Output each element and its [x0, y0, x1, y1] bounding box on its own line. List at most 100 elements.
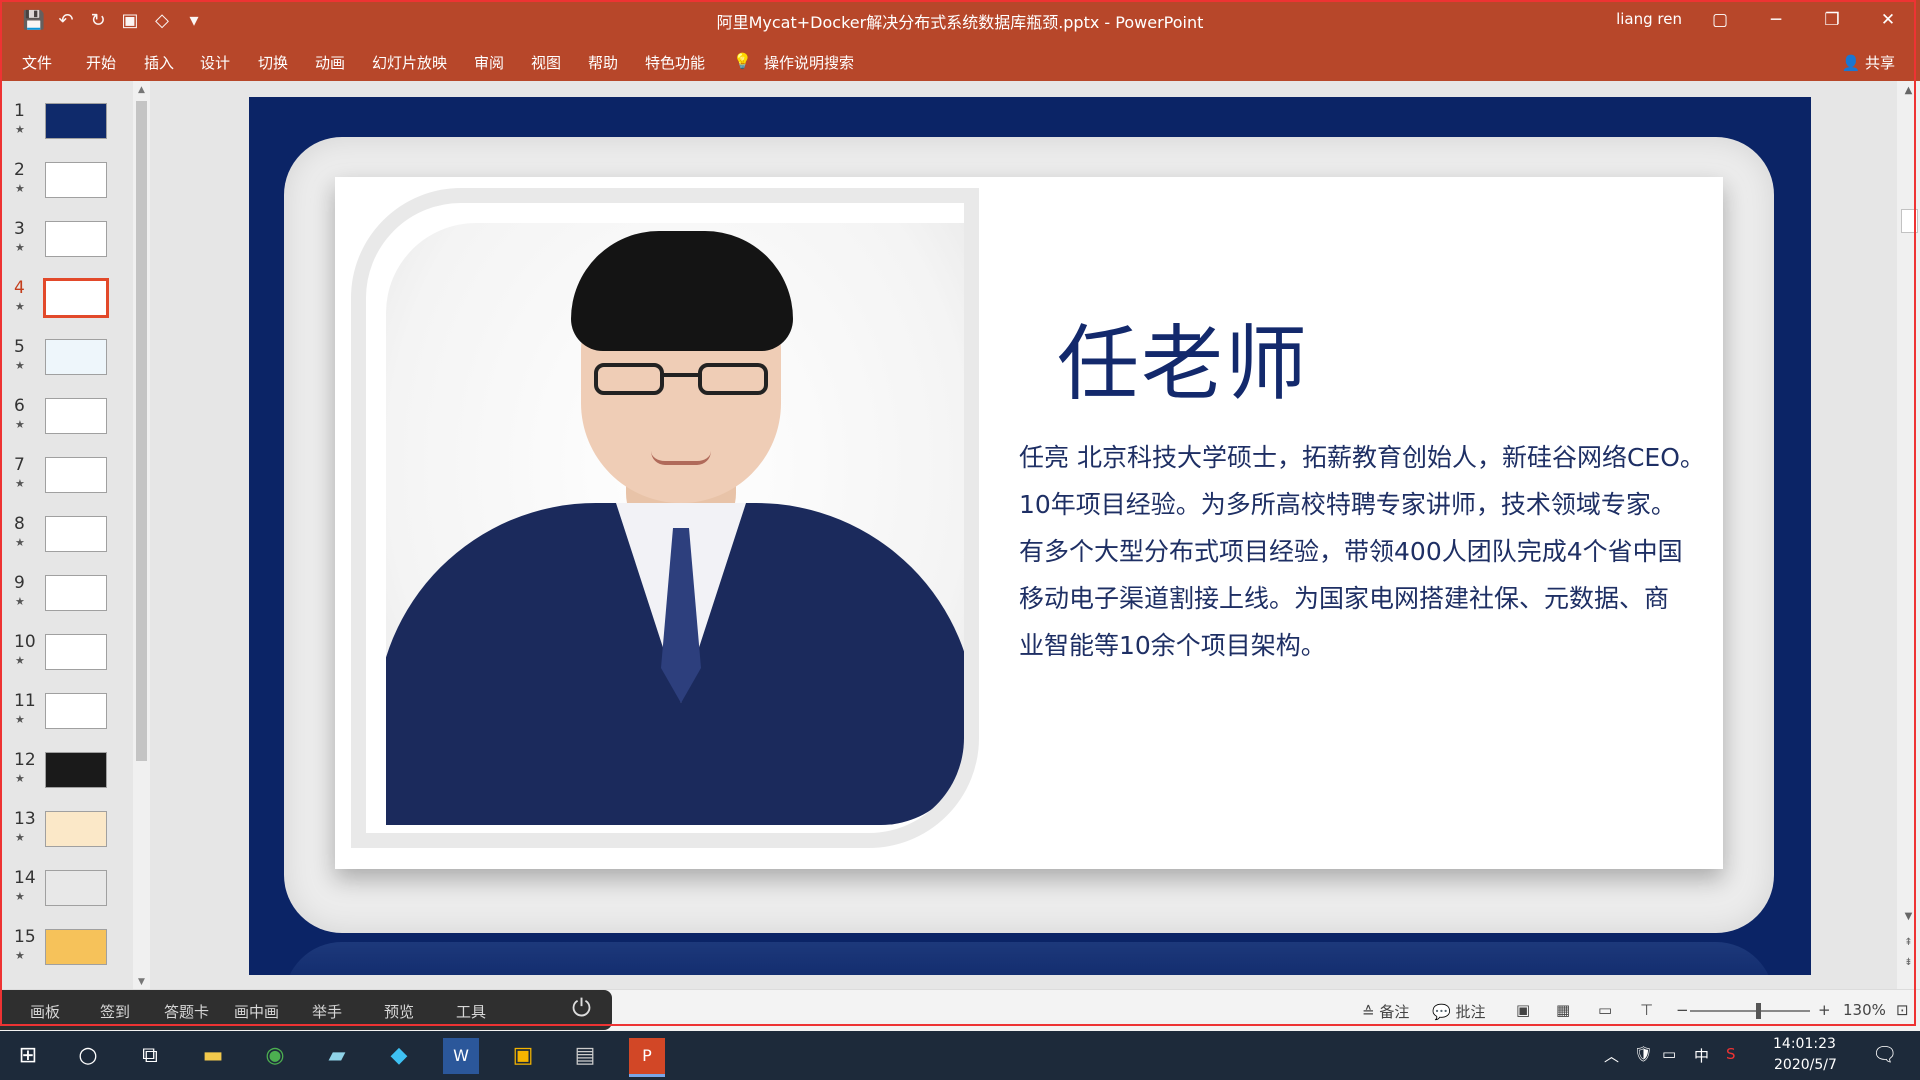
thumbnail-scrollbar[interactable]: ▲ ▼ [133, 81, 150, 989]
slide-thumbnail-9[interactable]: 9 ★ [0, 573, 130, 632]
slide-thumbnail-7[interactable]: 7 ★ [0, 455, 130, 514]
zoom-slider[interactable] [1690, 1010, 1810, 1012]
zoom-out-icon[interactable]: − [1676, 1001, 1689, 1019]
cortana-search-icon[interactable]: ○ [70, 1038, 106, 1074]
scroll-down-arrow-icon[interactable]: ▼ [1901, 911, 1916, 922]
chrome-icon[interactable]: ◉ [257, 1038, 293, 1074]
thumbnail-preview[interactable] [45, 870, 107, 906]
slide-thumbnail-2[interactable]: 2 ★ [0, 160, 130, 219]
tab-help[interactable]: 帮助 [588, 52, 618, 73]
tab-animations[interactable]: 动画 [315, 52, 345, 73]
account-name[interactable]: liang ren [1616, 10, 1682, 28]
slide-vertical-scrollbar[interactable]: ▲ ▼ ⇞ ⇟ [1897, 81, 1920, 989]
fit-to-window-icon[interactable]: ⊡ [1896, 1001, 1909, 1019]
tool-picture-in-picture[interactable]: 画中画 [234, 1001, 279, 1022]
tool-preview[interactable]: 预览 [384, 1001, 414, 1022]
close-button[interactable]: ✕ [1860, 0, 1916, 40]
taskbar-date[interactable]: 2020/5/7 [1774, 1057, 1837, 1073]
thumbnail-scroll-knob[interactable] [136, 101, 147, 761]
thumbnail-preview[interactable] [43, 278, 109, 318]
slide-thumbnail-15[interactable]: 15 ★ [0, 927, 130, 986]
slide-sorter-icon[interactable]: ▦ [1556, 1001, 1570, 1019]
windows-start-icon[interactable]: ⊞ [10, 1038, 46, 1074]
powerpoint-icon[interactable]: P [629, 1038, 665, 1077]
tray-expand-icon[interactable]: ︿ [1604, 1045, 1619, 1066]
share-button[interactable]: 👤 共享 [1842, 52, 1895, 73]
scroll-up-arrow-icon[interactable]: ▲ [135, 85, 148, 95]
tab-review[interactable]: 审阅 [474, 52, 504, 73]
slide-thumbnail-6[interactable]: 6 ★ [0, 396, 130, 455]
word-icon[interactable]: W [443, 1038, 479, 1074]
input-method-indicator[interactable]: 中 [1694, 1045, 1709, 1066]
slide-thumbnail-5[interactable]: 5 ★ [0, 337, 130, 396]
thumbnail-preview[interactable] [45, 693, 107, 729]
thumbnail-preview[interactable] [45, 575, 107, 611]
shield-icon[interactable]: 🛡 [1634, 1045, 1653, 1063]
tab-transitions[interactable]: 切换 [258, 52, 288, 73]
previous-slide-icon[interactable]: ⇞ [1901, 937, 1916, 948]
sogou-input-icon[interactable]: S [1726, 1045, 1736, 1063]
tab-design[interactable]: 设计 [200, 52, 230, 73]
tab-view[interactable]: 视图 [531, 52, 561, 73]
thumbnail-preview[interactable] [45, 752, 107, 788]
teacher-bio[interactable]: 任亮 北京科技大学硕士，拓薪教育创始人，新硅谷网络CEO。 10年项目经验。为多… [1019, 434, 1729, 669]
thumbnail-preview[interactable] [45, 634, 107, 670]
app-diamond-icon[interactable]: ◆ [381, 1038, 417, 1074]
teacher-name-title[interactable]: 任老师 [1057, 297, 1309, 416]
slide-thumbnail-13[interactable]: 13 ★ [0, 809, 130, 868]
slide-thumbnail-11[interactable]: 11 ★ [0, 691, 130, 750]
battery-icon[interactable]: ▭ [1662, 1045, 1676, 1063]
restore-button[interactable]: ❐ [1804, 0, 1860, 40]
thumbnail-preview[interactable] [45, 162, 107, 198]
tool-raise-hand[interactable]: 举手 [312, 1001, 342, 1022]
thumbnail-preview[interactable] [45, 221, 107, 257]
tool-tools[interactable]: 工具 [456, 1001, 486, 1022]
slide-thumbnail-1[interactable]: 1 ★ [0, 101, 130, 160]
taskbar-time[interactable]: 14:01:23 [1773, 1036, 1836, 1052]
tab-home[interactable]: 开始 [86, 52, 116, 73]
thumbnail-preview[interactable] [45, 103, 107, 139]
zoom-slider-knob[interactable] [1756, 1003, 1761, 1019]
tool-check-in[interactable]: 签到 [100, 1001, 130, 1022]
slide-thumbnail-4[interactable]: 4 ★ [0, 278, 130, 337]
tab-file[interactable]: 文件 [22, 52, 52, 73]
slide-thumbnail-3[interactable]: 3 ★ [0, 219, 130, 278]
comments-button[interactable]: 💬 批注 [1432, 1001, 1485, 1022]
minimize-button[interactable]: ─ [1748, 0, 1804, 40]
current-slide[interactable]: 任老师 任亮 北京科技大学硕士，拓薪教育创始人，新硅谷网络CEO。 10年项目经… [249, 97, 1811, 975]
app-square-icon[interactable]: ▣ [505, 1038, 541, 1074]
slide-thumbnail-8[interactable]: 8 ★ [0, 514, 130, 573]
tab-special-features[interactable]: 特色功能 [645, 52, 705, 73]
slide-thumbnail-14[interactable]: 14 ★ [0, 868, 130, 927]
tab-insert[interactable]: 插入 [144, 52, 174, 73]
notes-button[interactable]: ≙ 备注 [1362, 1001, 1409, 1022]
slide-thumbnail-10[interactable]: 10 ★ [0, 632, 130, 691]
thumbnail-preview[interactable] [45, 398, 107, 434]
ribbon-display-options-icon[interactable]: ▢ [1692, 0, 1748, 40]
thumbnail-preview[interactable] [45, 929, 107, 965]
notification-center-icon[interactable]: 🗨 [1872, 1042, 1897, 1066]
tell-me-search[interactable]: 操作说明搜索 [764, 52, 854, 73]
slide-thumbnail-12[interactable]: 12 ★ [0, 750, 130, 809]
reading-view-icon[interactable]: ▭ [1598, 1001, 1612, 1019]
zoom-level[interactable]: 130% [1843, 1001, 1886, 1019]
scroll-down-arrow-icon[interactable]: ▼ [135, 977, 148, 987]
scroll-up-arrow-icon[interactable]: ▲ [1901, 85, 1916, 96]
next-slide-icon[interactable]: ⇟ [1901, 957, 1916, 968]
file-explorer-icon[interactable]: ▬ [195, 1038, 231, 1074]
slide-scroll-knob[interactable] [1901, 209, 1918, 233]
normal-view-icon[interactable]: ▣ [1516, 1001, 1530, 1019]
thumbnail-preview[interactable] [45, 339, 107, 375]
slideshow-view-icon[interactable]: ⊤ [1640, 1001, 1653, 1019]
thumbnail-preview[interactable] [45, 811, 107, 847]
power-icon[interactable]: ⏻ [572, 994, 591, 1022]
tool-answer-card[interactable]: 答题卡 [164, 1001, 209, 1022]
notepad-icon[interactable]: ▰ [319, 1038, 355, 1074]
thumbnail-preview[interactable] [45, 516, 107, 552]
tab-slideshow[interactable]: 幻灯片放映 [372, 52, 447, 73]
tool-drawing-board[interactable]: 画板 [30, 1001, 60, 1022]
thumbnail-preview[interactable] [45, 457, 107, 493]
zoom-in-icon[interactable]: + [1818, 1001, 1831, 1019]
task-view-icon[interactable]: ⧉ [132, 1038, 168, 1074]
app-window-icon[interactable]: ▤ [567, 1038, 603, 1074]
